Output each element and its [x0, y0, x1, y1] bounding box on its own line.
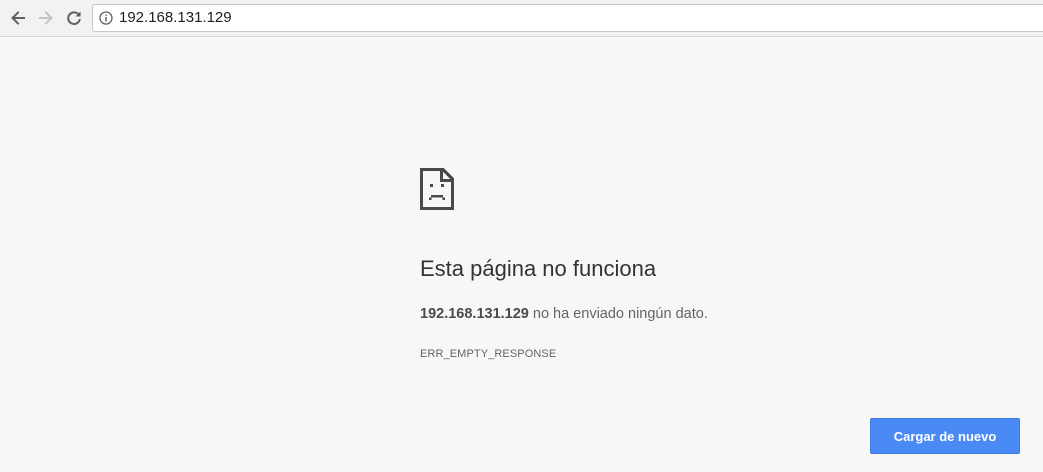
forward-arrow-icon — [39, 11, 53, 25]
error-code: ERR_EMPTY_RESPONSE — [420, 348, 557, 360]
reload-icon — [67, 11, 81, 25]
url-input[interactable] — [119, 5, 1019, 31]
error-message: no ha enviado ningún dato. — [528, 306, 708, 322]
browser-toolbar — [0, 0, 1043, 37]
reload-page-button[interactable]: Cargar de nuevo — [870, 418, 1020, 454]
error-detail: 192.168.131.129 no ha enviado ningún dat… — [420, 306, 708, 322]
info-icon[interactable] — [99, 11, 113, 25]
reload-button[interactable] — [62, 6, 86, 30]
error-page: Esta página no funciona 192.168.131.129 … — [0, 37, 1043, 472]
back-arrow-icon — [11, 11, 25, 25]
address-bar[interactable] — [92, 4, 1043, 32]
back-button[interactable] — [6, 6, 30, 30]
sad-page-icon — [420, 168, 454, 210]
error-title: Esta página no funciona — [420, 256, 657, 281]
error-host: 192.168.131.129 — [420, 306, 529, 322]
forward-button[interactable] — [34, 6, 58, 30]
